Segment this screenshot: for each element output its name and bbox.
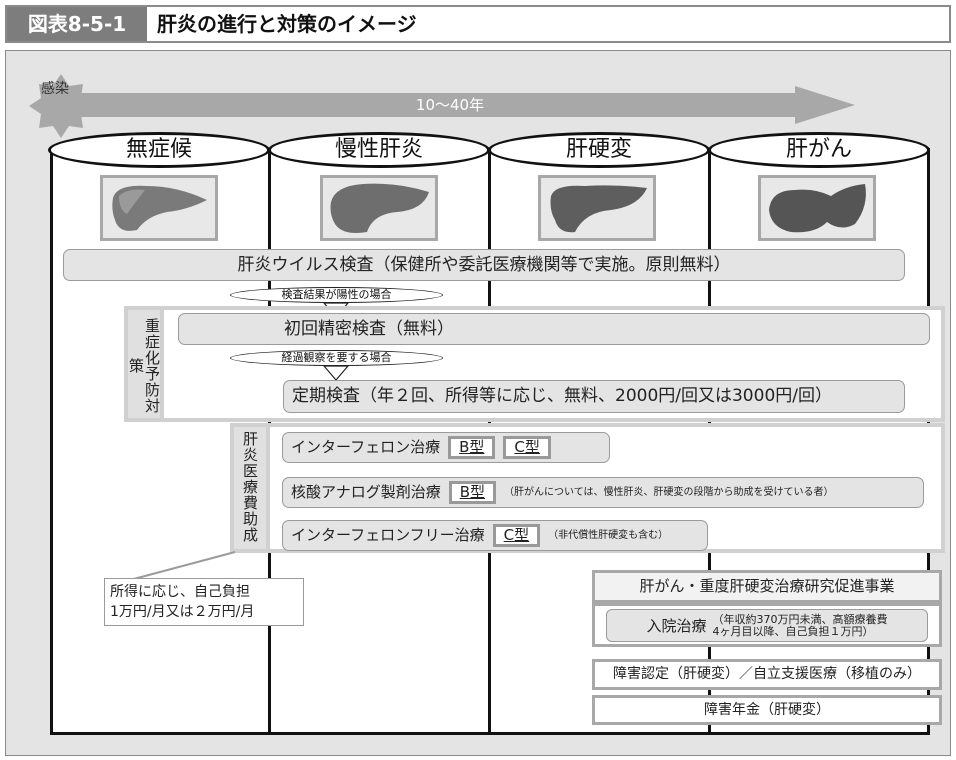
disability-pension-box: 障害年金（肝硬変） — [592, 695, 942, 725]
virus-test-bar: 肝炎ウイルス検査（保健所や委託医療機関等で実施。原則無料） — [63, 249, 905, 281]
first-detailed-exam-bar: 初回精密検査（無料） — [178, 313, 930, 345]
callout-line2: 1万円/月又は２万円/月 — [110, 604, 255, 620]
type-tag-c: C型 — [492, 524, 541, 547]
treatment-note: （肝がんについては、慢性肝炎、肝硬変の段階から助成を受けている者） — [504, 487, 834, 498]
type-tag-c: C型 — [503, 436, 551, 459]
treatment-row-interferon-free: インターフェロンフリー治療 C型 （非代償性肝硬変も含む） — [282, 520, 708, 551]
liver-healthy-icon — [112, 185, 207, 231]
timeline-arrow-head-icon — [795, 86, 855, 124]
liver-chronic-image — [320, 175, 438, 241]
hospital-treatment-note: （年収約370万円未満、高額療養費 4ヶ月目以降、自己負担１万円） — [712, 612, 888, 638]
treatment-label: インターフェロンフリー治療 — [291, 526, 485, 544]
research-promotion-box: 肝がん・重度肝硬変治療研究促進事業 — [592, 570, 942, 603]
type-tag-b: B型 — [448, 436, 496, 459]
medical-subsidy-text: 肝炎医療費助成 — [241, 431, 259, 543]
condition-observation-label: 経過観察を要する場合 — [230, 350, 443, 366]
stage-cirrhosis: 肝硬変 — [488, 132, 710, 168]
treatment-note: （非代償性肝硬変も含む） — [548, 530, 669, 541]
infection-label: 感染 — [41, 81, 69, 97]
liver-cirrhosis-icon — [550, 185, 647, 233]
treatment-label: インターフェロン治療 — [291, 438, 441, 456]
liver-cirrhosis-image — [538, 175, 656, 241]
figure-header: 図表8-5-1 肝炎の進行と対策のイメージ — [5, 5, 951, 43]
down-arrow-icon — [322, 365, 350, 381]
stage-asymptomatic: 無症候 — [48, 132, 270, 168]
stage-chronic-hepatitis: 慢性肝炎 — [268, 132, 490, 168]
treatment-label: 核酸アナログ製剤治療 — [291, 483, 441, 501]
condition-positive-label: 検査結果が陽性の場合 — [230, 287, 443, 303]
liver-healthy-image — [100, 175, 218, 241]
treatment-row-interferon: インターフェロン治療 B型 C型 — [282, 432, 610, 463]
figure-number: 図表8-5-1 — [7, 7, 147, 41]
hospital-treatment-label: 入院治療 — [646, 617, 707, 635]
severe-prevention-label: 重症化予防対策 — [124, 306, 164, 422]
medical-subsidy-label: 肝炎医療費助成 — [230, 423, 270, 553]
callout-line1: 所得に応じ、自己負担 — [110, 584, 250, 600]
liver-cancer-icon — [769, 184, 866, 233]
treatment-row-nucleoside: 核酸アナログ製剤治療 B型 （肝がんについては、慢性肝炎、肝硬変の段階から助成を… — [282, 477, 924, 508]
type-tag-b: B型 — [448, 481, 496, 504]
regular-exam-bar: 定期検査（年２回、所得等に応じ、無料、2000円/回又は3000円/回） — [283, 380, 905, 413]
stage-liver-cancer: 肝がん — [708, 132, 930, 168]
severe-prevention-text: 重症化予防対策 — [127, 317, 161, 414]
self-pay-callout: 所得に応じ、自己負担 1万円/月又は２万円/月 — [104, 578, 304, 626]
timeline-duration-label: 10～40年 — [415, 96, 485, 114]
liver-cancer-image — [758, 175, 876, 241]
disability-certification-box: 障害認定（肝硬変）／自立支援医療（移植のみ） — [592, 659, 942, 690]
liver-chronic-icon — [330, 183, 429, 233]
hospital-treatment-bar: 入院治療 （年収約370万円未満、高額療養費 4ヶ月目以降、自己負担１万円） — [606, 609, 928, 642]
figure-title: 肝炎の進行と対策のイメージ — [157, 12, 417, 36]
